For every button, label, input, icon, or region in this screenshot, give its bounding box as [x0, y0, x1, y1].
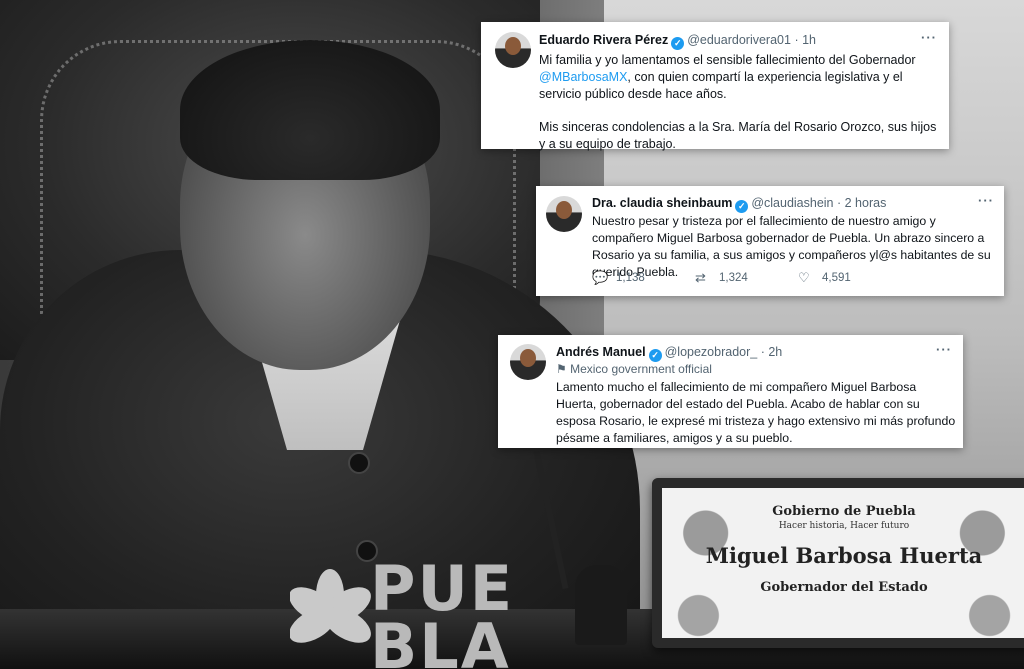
- retweet-icon: ⇄: [695, 270, 706, 285]
- reply-count: 1,138: [616, 272, 645, 284]
- puebla-logo-text: PUE BLA: [370, 552, 515, 669]
- like-count: 4,591: [822, 272, 851, 284]
- author-name[interactable]: Eduardo Rivera Pérez: [539, 33, 668, 47]
- tweet-time[interactable]: · 1h: [794, 33, 816, 47]
- verified-badge-icon: ✓: [735, 200, 749, 213]
- flag-icon: ⚑: [556, 362, 571, 376]
- verified-badge-icon: ✓: [648, 349, 662, 362]
- tweet-text: Mi familia y yo lamentamos el sensible f…: [539, 53, 937, 151]
- retweet-button[interactable]: ⇄ 1,324: [695, 270, 798, 286]
- like-button[interactable]: ♡ 4,591: [798, 270, 901, 286]
- tweet-card[interactable]: Dra. claudia sheinbaum ✓ @claudiashein · 2…: [536, 186, 1004, 296]
- avatar[interactable]: [495, 32, 531, 68]
- tweet-header: Andrés Manuel ✓ @lopezobrador_ · 2h: [556, 345, 782, 362]
- person-hair: [180, 40, 440, 180]
- author-handle[interactable]: @eduardorivera01: [687, 33, 791, 47]
- reply-button[interactable]: 💬 1,138: [592, 270, 695, 286]
- more-icon[interactable]: ···: [921, 30, 937, 45]
- author-handle[interactable]: @lopezobrador_: [665, 345, 758, 359]
- mention-link[interactable]: @MBarbosaMX: [539, 70, 627, 84]
- government-label: ⚑ Mexico government official: [556, 362, 712, 376]
- avatar[interactable]: [546, 196, 582, 232]
- tweet-time[interactable]: · 2h: [761, 345, 783, 359]
- jacket-button: [348, 452, 370, 474]
- tweet-actions: 💬 1,138 ⇄ 1,324 ♡ 4,591: [592, 270, 901, 286]
- tweet-card[interactable]: Eduardo Rivera Pérez ✓ @eduardorivera01 · …: [481, 22, 949, 151]
- verified-badge-icon: ✓: [671, 37, 685, 50]
- like-icon: ♡: [798, 270, 810, 285]
- nameplate-slogan: Hacer historia, Hacer futuro: [778, 521, 910, 531]
- avatar[interactable]: [510, 344, 546, 380]
- tweet-header: Dra. claudia sheinbaum ✓ @claudiashein · 2…: [592, 196, 886, 213]
- nameplate-name: Miguel Barbosa Huerta: [705, 543, 983, 568]
- more-icon[interactable]: ···: [978, 193, 994, 208]
- retweet-count: 1,324: [719, 272, 748, 284]
- tweet-card[interactable]: Andrés Manuel ✓ @lopezobrador_ · 2h ··· ⚑ …: [498, 335, 963, 448]
- tweet-time[interactable]: · 2 horas: [837, 196, 886, 210]
- nameplate-government: Gobierno de Puebla: [772, 504, 916, 519]
- tweet-header: Eduardo Rivera Pérez ✓ @eduardorivera01 · …: [539, 33, 816, 50]
- reply-icon: 💬: [592, 270, 609, 285]
- nameplate: Gobierno de Puebla Hacer historia, Hacer…: [652, 478, 1024, 648]
- author-handle[interactable]: @claudiashein: [751, 196, 833, 210]
- tweet-text: Lamento mucho el fallecimiento de mi com…: [556, 380, 956, 445]
- nameplate-role: Gobernador del Estado: [760, 580, 928, 595]
- author-name[interactable]: Andrés Manuel: [556, 345, 646, 359]
- more-icon[interactable]: ···: [936, 342, 952, 357]
- author-name[interactable]: Dra. claudia sheinbaum: [592, 196, 732, 210]
- microphone-base: [575, 565, 627, 645]
